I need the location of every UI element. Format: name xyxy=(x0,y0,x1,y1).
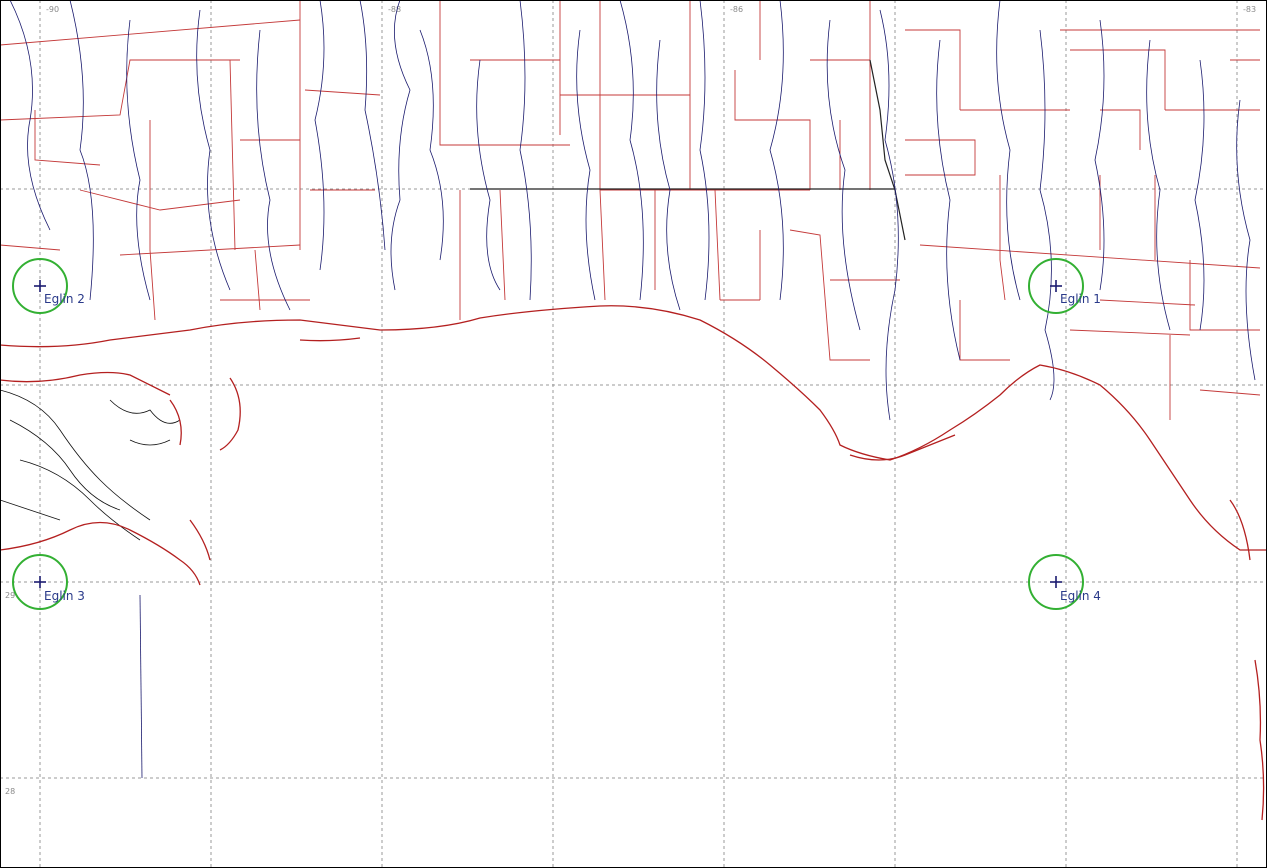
site-label: Eglin 2 xyxy=(44,292,85,306)
map-view[interactable]: -90 -88 -86 -83 29 28 Eglin 1 Eglin 2 Eg… xyxy=(0,0,1267,868)
delta-channels xyxy=(0,389,181,541)
site-eglin-1[interactable]: Eglin 1 xyxy=(1028,258,1101,314)
site-eglin-2[interactable]: Eglin 2 xyxy=(12,258,85,314)
tick-label: -86 xyxy=(730,5,743,14)
tick-label: 28 xyxy=(5,787,15,796)
tick-label: -90 xyxy=(46,5,59,14)
county-boundaries xyxy=(0,0,1261,420)
graticule xyxy=(0,0,1267,868)
coordinate-labels: -90 -88 -86 -83 29 28 xyxy=(5,5,1256,796)
tick-label: -88 xyxy=(388,5,401,14)
rivers xyxy=(9,0,1256,779)
site-label: Eglin 4 xyxy=(1060,589,1101,603)
coastline xyxy=(0,305,1267,821)
site-label: Eglin 3 xyxy=(44,589,85,603)
site-label: Eglin 1 xyxy=(1060,292,1101,306)
tick-label: -83 xyxy=(1243,5,1256,14)
map-canvas[interactable]: -90 -88 -86 -83 29 28 Eglin 1 Eglin 2 Eg… xyxy=(0,0,1267,868)
tick-label: 29 xyxy=(5,591,15,600)
map-frame xyxy=(0,0,1267,868)
